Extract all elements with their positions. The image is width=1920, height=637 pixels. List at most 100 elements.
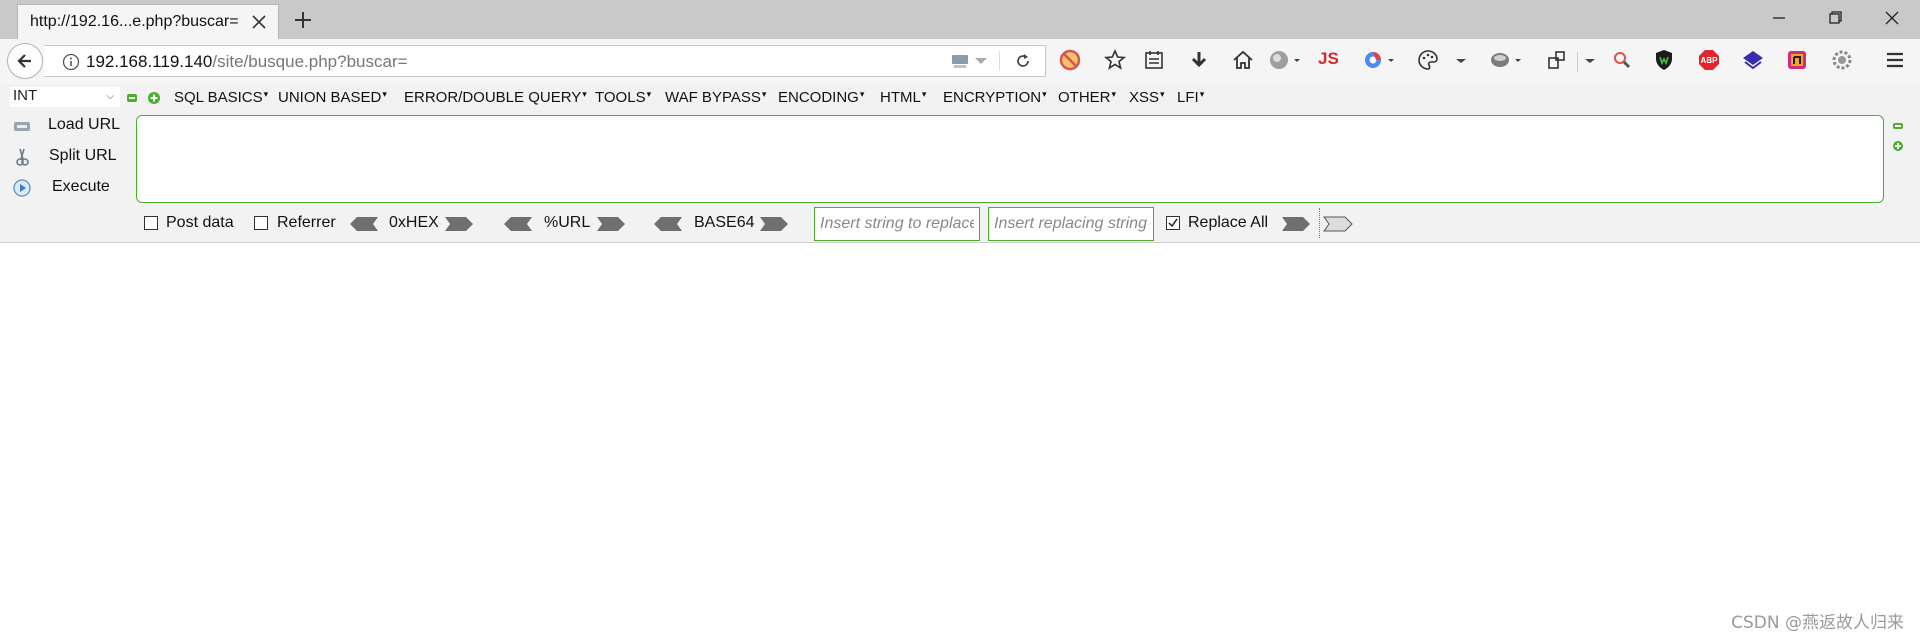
load-url-button[interactable]: Load URL bbox=[10, 114, 130, 140]
menu-encoding[interactable]: ENCODING▾ bbox=[778, 89, 864, 106]
menu-label: UNION BASED bbox=[278, 89, 382, 106]
hackbar-panel: INT ⌵ SQL BASICS▾ UNION BASED▾ ERROR/DOU… bbox=[0, 84, 1920, 243]
menu-label: ENCODING bbox=[778, 89, 859, 106]
watermark: CSDN @燕返故人归来 bbox=[1731, 613, 1904, 633]
menu-label: TOOLS bbox=[595, 89, 646, 106]
menu-html[interactable]: HTML▾ bbox=[880, 89, 926, 106]
home-icon[interactable] bbox=[1231, 48, 1255, 72]
play-icon bbox=[13, 179, 31, 197]
menu-lfi[interactable]: LFI▾ bbox=[1177, 89, 1204, 106]
replace-string-input[interactable] bbox=[814, 207, 980, 241]
menu-label: LFI bbox=[1177, 89, 1199, 106]
separator bbox=[1319, 208, 1320, 238]
post-data-checkbox[interactable] bbox=[144, 216, 158, 230]
url-textarea[interactable] bbox=[136, 115, 1884, 203]
menu-label: OTHER bbox=[1058, 89, 1111, 106]
menu-error-double-query[interactable]: ERROR/DOUBLE QUERY▾ bbox=[404, 89, 587, 106]
shield-icon[interactable] bbox=[1652, 48, 1676, 72]
back-button[interactable] bbox=[7, 43, 43, 79]
split-url-label: Split URL bbox=[49, 147, 117, 164]
overflow-dropdown-icon[interactable] bbox=[1583, 48, 1597, 72]
replace-all-label: Replace All bbox=[1188, 214, 1269, 231]
menu-sql-basics[interactable]: SQL BASICS▾ bbox=[174, 89, 268, 106]
shrink-minus-icon[interactable] bbox=[1893, 123, 1903, 129]
referrer-checkbox[interactable] bbox=[254, 216, 268, 230]
int-select-value: INT bbox=[13, 87, 38, 104]
menu-tools[interactable]: TOOLS▾ bbox=[595, 89, 651, 106]
new-tab-icon[interactable] bbox=[292, 9, 314, 31]
menu-label: XSS bbox=[1129, 89, 1160, 106]
url-bar[interactable]: 192.168.119.140/site/busque.php?buscar= bbox=[44, 45, 1046, 77]
scissors-icon bbox=[16, 148, 29, 166]
base64-encode-arrow-icon[interactable] bbox=[759, 216, 789, 232]
layers-menu-icon[interactable] bbox=[1489, 48, 1525, 72]
hamburger-menu-icon[interactable] bbox=[1883, 48, 1907, 72]
checkmark-icon bbox=[1168, 218, 1178, 228]
base64-decode-arrow-icon[interactable] bbox=[653, 216, 683, 232]
reload-icon[interactable] bbox=[1014, 52, 1032, 70]
base64-label: BASE64 bbox=[694, 214, 755, 231]
execute-button[interactable]: Execute bbox=[10, 176, 130, 202]
noscript-icon[interactable] bbox=[1058, 48, 1082, 72]
load-url-icon bbox=[14, 122, 30, 131]
restore-icon[interactable] bbox=[1823, 8, 1847, 28]
menu-encryption[interactable]: ENCRYPTION▾ bbox=[943, 89, 1047, 106]
url-enc-label: %URL bbox=[544, 214, 591, 231]
post-data-label: Post data bbox=[166, 214, 234, 231]
minimize-icon[interactable] bbox=[1767, 8, 1791, 28]
tab-title: http://192.16...e.php?buscar= bbox=[30, 13, 239, 30]
extension-icon[interactable] bbox=[1785, 48, 1809, 72]
url-decode-arrow-icon[interactable] bbox=[503, 216, 533, 232]
menu-other[interactable]: OTHER▾ bbox=[1058, 89, 1116, 106]
replace-arrow-icon[interactable] bbox=[1281, 216, 1311, 232]
grow-plus-icon[interactable] bbox=[1893, 141, 1903, 151]
url-encode-arrow-icon[interactable] bbox=[596, 216, 626, 232]
page-action-icon[interactable] bbox=[950, 52, 970, 70]
hex-decode-arrow-icon[interactable] bbox=[349, 216, 379, 232]
hex-encode-arrow-icon[interactable] bbox=[444, 216, 474, 232]
menu-label: ENCRYPTION bbox=[943, 89, 1042, 106]
gear-icon[interactable] bbox=[1830, 48, 1854, 72]
layers-stack-icon[interactable] bbox=[1741, 48, 1765, 72]
menu-label: WAF BYPASS bbox=[665, 89, 761, 106]
execute-label: Execute bbox=[52, 178, 110, 195]
hex-label: 0xHEX bbox=[389, 214, 439, 231]
back-arrow-icon bbox=[17, 54, 31, 68]
replace-all-checkbox[interactable] bbox=[1166, 216, 1180, 230]
chrome-proxy-icon[interactable] bbox=[1362, 48, 1398, 72]
bookmark-star-icon[interactable] bbox=[1103, 48, 1127, 72]
split-url-button[interactable]: Split URL bbox=[10, 145, 130, 171]
info-icon[interactable] bbox=[62, 53, 80, 71]
plus-icon[interactable] bbox=[148, 92, 160, 104]
replace-next-arrow-icon[interactable] bbox=[1323, 216, 1353, 232]
palette-icon[interactable] bbox=[1416, 48, 1440, 72]
close-window-icon[interactable] bbox=[1880, 8, 1904, 28]
int-select[interactable]: INT ⌵ bbox=[10, 87, 120, 107]
url-path: /site/busque.php?buscar= bbox=[212, 52, 408, 71]
referrer-label: Referrer bbox=[277, 214, 336, 231]
url-text[interactable]: 192.168.119.140/site/busque.php?buscar= bbox=[86, 52, 408, 72]
dropdown-arrow-icon[interactable] bbox=[974, 56, 988, 66]
magnifier-icon[interactable] bbox=[1610, 48, 1634, 72]
menu-label: HTML bbox=[880, 89, 921, 106]
js-toggle[interactable]: JS bbox=[1318, 49, 1339, 69]
download-icon[interactable] bbox=[1187, 48, 1211, 72]
menu-xss[interactable]: XSS▾ bbox=[1129, 89, 1165, 106]
chevron-down-icon: ⌵ bbox=[106, 91, 114, 102]
minus-icon[interactable] bbox=[127, 94, 137, 102]
abp-icon[interactable]: ABP bbox=[1697, 48, 1721, 72]
replacing-string-input[interactable] bbox=[988, 207, 1154, 241]
menu-label: SQL BASICS bbox=[174, 89, 263, 106]
close-tab-icon[interactable] bbox=[250, 13, 268, 31]
url-host: 192.168.119.140 bbox=[86, 52, 213, 71]
browser-tab[interactable]: http://192.16...e.php?buscar= bbox=[17, 4, 279, 39]
abp-label: ABP bbox=[1701, 56, 1719, 65]
tab-strip: http://192.16...e.php?buscar= bbox=[0, 0, 1920, 39]
globe-menu-icon[interactable] bbox=[1268, 48, 1304, 72]
palette-dropdown-icon[interactable] bbox=[1454, 48, 1468, 72]
load-url-label: Load URL bbox=[48, 116, 121, 133]
menu-union-based[interactable]: UNION BASED▾ bbox=[278, 89, 387, 106]
menu-waf-bypass[interactable]: WAF BYPASS▾ bbox=[665, 89, 766, 106]
screenshot-icon[interactable] bbox=[1545, 48, 1569, 72]
reading-list-icon[interactable] bbox=[1142, 48, 1166, 72]
